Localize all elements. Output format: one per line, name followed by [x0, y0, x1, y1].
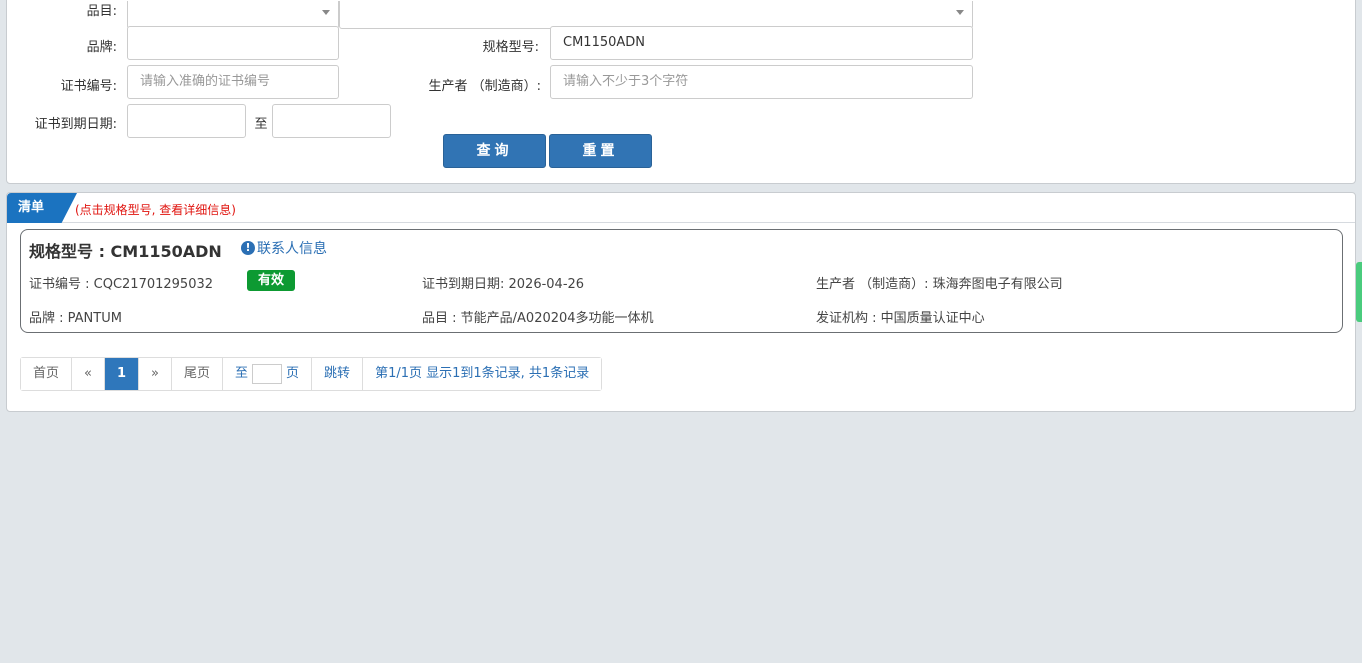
reset-button[interactable]: 重置 [549, 134, 652, 168]
category-select-secondary[interactable] [339, 1, 973, 29]
cert-no-label: 证书编号: [60, 79, 117, 94]
query-button[interactable]: 查询 [443, 134, 546, 168]
list-header: 清单 (点击规格型号, 查看详细信息) [7, 193, 1355, 223]
cert-no-field: 证书编号 : CQC21701295032 [29, 277, 214, 292]
result-list-panel: 清单 (点击规格型号, 查看详细信息) 规格型号 : CM1150ADN ! 联… [6, 192, 1356, 412]
goto-prefix: 至 [235, 366, 249, 381]
model-input[interactable]: CM1150ADN [550, 26, 973, 60]
chevron-down-icon [956, 10, 964, 15]
jump-button[interactable]: 跳转 [312, 358, 364, 390]
result-card: 规格型号 : CM1150ADN ! 联系人信息 证书编号 : CQC21701… [20, 229, 1343, 333]
pagination: 首页 « 1 » 尾页 至 页 跳转 第1/1页 显示1到1条记录, 共1条记录 [20, 357, 603, 391]
last-page-button[interactable]: 尾页 [172, 358, 224, 390]
goto-page-group: 至 页 [223, 358, 313, 390]
current-page-button[interactable]: 1 [104, 358, 140, 390]
search-panel: 品目: 品牌: 规格型号: CM1150ADN 证书编号: 请输入准确的证书编号… [6, 0, 1356, 184]
info-icon: ! [241, 241, 255, 255]
manufacturer-input[interactable]: 请输入不少于3个字符 [550, 65, 973, 99]
brand-input[interactable] [127, 26, 339, 60]
expiry-label: 证书到期日期: [34, 117, 117, 132]
brand-field: 品牌 : PANTUM [29, 311, 122, 326]
page-summary: 第1/1页 显示1到1条记录, 共1条记录 [363, 358, 602, 390]
expiry-start-input[interactable] [127, 104, 246, 138]
goto-page-input[interactable] [252, 364, 283, 384]
chevron-down-icon [322, 10, 330, 15]
status-badge: 有效 [247, 270, 295, 291]
brand-label: 品牌: [86, 40, 117, 55]
model-title-link[interactable]: 规格型号 : CM1150ADN [29, 238, 222, 262]
prev-page-button[interactable]: « [72, 358, 105, 390]
contact-info-label: 联系人信息 [257, 241, 327, 257]
list-hint: (点击规格型号, 查看详细信息) [75, 203, 236, 217]
category-label: 品目: [86, 4, 117, 19]
contact-info-link[interactable]: ! 联系人信息 [241, 238, 327, 258]
expiry-end-input[interactable] [272, 104, 391, 138]
manufacturer-field: 生产者 （制造商）: 珠海奔图电子有限公司 [816, 277, 1063, 292]
manufacturer-label: 生产者 （制造商）: [428, 79, 541, 94]
next-page-button[interactable]: » [139, 358, 172, 390]
expiry-field: 证书到期日期: 2026-04-26 [422, 277, 585, 292]
to-label: 至 [254, 117, 268, 132]
scrollbar-thumb[interactable] [1356, 262, 1362, 322]
list-tab: 清单 [7, 193, 77, 223]
category-select-primary[interactable] [127, 1, 339, 29]
goto-suffix: 页 [286, 366, 300, 381]
first-page-button[interactable]: 首页 [21, 358, 73, 390]
issuer-field: 发证机构 : 中国质量认证中心 [816, 311, 985, 326]
model-label: 规格型号: [482, 40, 539, 55]
cert-no-input[interactable]: 请输入准确的证书编号 [127, 65, 339, 99]
category-field: 品目 : 节能产品/A020204多功能一体机 [422, 311, 654, 326]
